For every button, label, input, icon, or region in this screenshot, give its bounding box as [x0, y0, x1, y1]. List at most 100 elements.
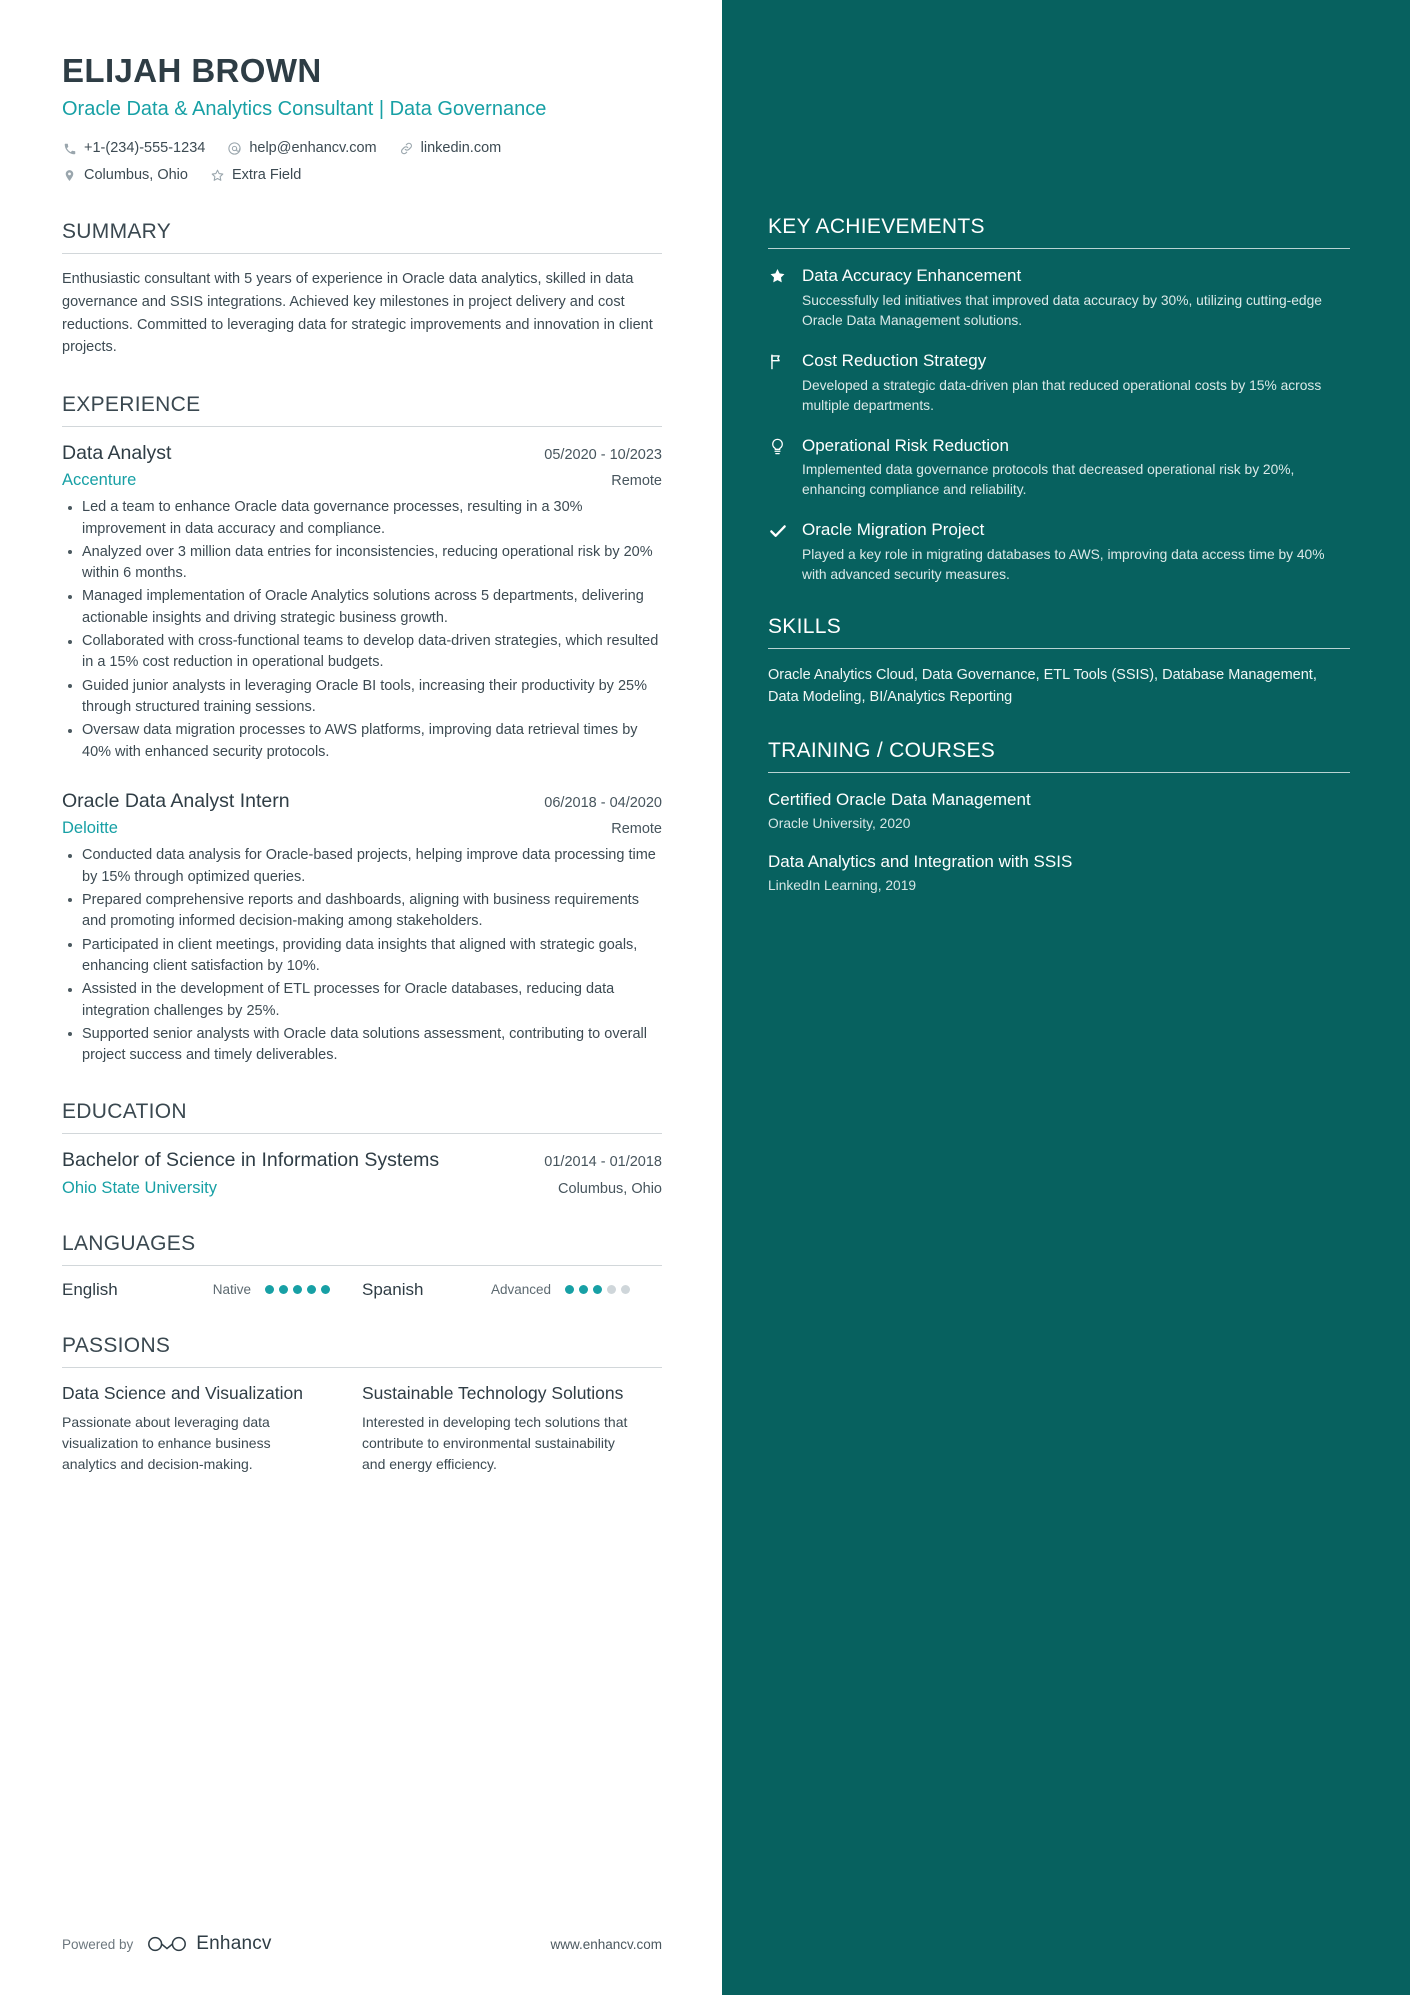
job-bullet: Managed implementation of Oracle Analyti…	[62, 586, 662, 629]
page-title: ELIJAH BROWN	[62, 52, 322, 89]
job-bullet: Collaborated with cross-functional teams…	[62, 631, 662, 674]
phone-icon	[62, 141, 77, 156]
passions-heading: PASSIONS	[62, 1333, 171, 1357]
job-company: Deloitte	[62, 819, 118, 838]
course-meta: LinkedIn Learning, 2019	[768, 878, 917, 893]
experience-item: Data Analyst 05/2020 - 10/2023 Accenture…	[62, 441, 662, 763]
experience-header: Oracle Data Analyst Intern 06/2018 - 04/…	[62, 789, 662, 814]
section-skills: SKILLS Oracle Analytics Cloud, Data Gove…	[768, 615, 1350, 709]
rating-dot	[579, 1285, 588, 1295]
achievement-description: Played a key role in migrating databases…	[802, 547, 1325, 582]
education-item: Bachelor of Science in Information Syste…	[62, 1148, 662, 1197]
course-item: Certified Oracle Data Management Oracle …	[768, 789, 1350, 833]
education-divider	[62, 1133, 662, 1135]
achievement-description: Successfully led initiatives that improv…	[802, 292, 1322, 328]
rating-dot	[321, 1285, 330, 1295]
contact-phone-text: +1-(234)-555-1234	[84, 139, 206, 156]
language-name: Spanish	[362, 1279, 424, 1299]
achievement-item: Cost Reduction Strategy Developed a stra…	[768, 350, 1350, 416]
job-bullet: Participated in client meetings, providi…	[62, 935, 662, 978]
job-title: Oracle Data Analyst Intern	[62, 789, 290, 812]
section-training-courses: TRAINING / COURSES Certified Oracle Data…	[768, 739, 1350, 896]
education-school: Ohio State University	[62, 1178, 217, 1197]
check-icon	[768, 519, 788, 585]
language-item: Spanish Advanced	[362, 1280, 662, 1300]
achievement-description: Developed a strategic data-driven plan t…	[802, 377, 1322, 413]
course-title: Data Analytics and Integration with SSIS	[768, 851, 1073, 871]
contact-linkedin-text: linkedin.com	[420, 139, 502, 156]
infinity-logo-icon	[148, 1936, 187, 1952]
section-languages: LANGUAGES English Native Spanish Advance…	[62, 1232, 662, 1300]
languages-divider	[62, 1264, 662, 1266]
contact-extra-field-text: Extra Field	[231, 166, 302, 183]
experience-header: Data Analyst 05/2020 - 10/2023	[62, 441, 662, 466]
language-item: English Native	[62, 1280, 362, 1300]
achievement-body: Data Accuracy Enhancement Successfully l…	[802, 265, 1350, 331]
education-degree: Bachelor of Science in Information Syste…	[62, 1149, 440, 1172]
passion-description: Passionate about leveraging data visuali…	[62, 1413, 271, 1472]
page-footer: Powered by Enhancv www.enhancv.com	[62, 1933, 662, 1955]
rating-dot	[607, 1285, 616, 1295]
summary-text: Enthusiastic consultant with 5 years of …	[62, 271, 653, 356]
achievement-title: Data Accuracy Enhancement	[802, 266, 1022, 285]
course-item: Data Analytics and Integration with SSIS…	[768, 851, 1350, 895]
rating-dot	[593, 1285, 602, 1295]
skills-divider	[768, 648, 1350, 649]
achievement-title: Cost Reduction Strategy	[802, 350, 987, 370]
job-bullet: Supported senior analysts with Oracle da…	[62, 1024, 662, 1067]
section-education: EDUCATION Bachelor of Science in Informa…	[62, 1100, 662, 1197]
powered-by-label: Powered by	[62, 1936, 134, 1952]
achievement-item: Oracle Migration Project Played a key ro…	[768, 519, 1350, 585]
footer-url: www.enhancv.com	[550, 1936, 662, 1952]
education-location: Columbus, Ohio	[558, 1180, 662, 1197]
key-achievements-heading: KEY ACHIEVEMENTS	[768, 215, 985, 238]
achievement-body: Cost Reduction Strategy Developed a stra…	[802, 350, 1350, 416]
job-bullet: Analyzed over 3 million data entries for…	[62, 542, 662, 585]
section-passions: PASSIONS Data Science and Visualization …	[62, 1334, 662, 1475]
course-title: Certified Oracle Data Management	[768, 789, 1031, 809]
languages-heading: LANGUAGES	[62, 1231, 196, 1255]
skills-heading: SKILLS	[768, 615, 842, 638]
job-dates: 06/2018 - 04/2020	[544, 794, 662, 811]
language-name: English	[62, 1279, 118, 1299]
job-bullet: Oversaw data migration processes to AWS …	[62, 720, 662, 763]
language-level: Advanced	[490, 1282, 551, 1298]
enhancv-logo: Enhancv	[147, 1933, 271, 1955]
link-icon	[399, 141, 414, 156]
star-outline-icon	[210, 168, 225, 183]
job-location: Remote	[611, 473, 662, 490]
summary-heading: SUMMARY	[62, 220, 172, 244]
language-rating: Advanced	[491, 1282, 630, 1297]
skills-text: Oracle Analytics Cloud, Data Governance,…	[768, 667, 1317, 705]
contact-email[interactable]: help@enhancv.com	[227, 138, 377, 160]
powered-by-block: Powered by Enhancv	[62, 1933, 272, 1955]
language-dots	[265, 1285, 330, 1295]
contact-phone[interactable]: +1-(234)-555-1234	[62, 138, 205, 160]
education-heading: EDUCATION	[62, 1100, 187, 1124]
section-key-achievements: KEY ACHIEVEMENTS Data Accuracy Enhanceme…	[768, 215, 1350, 585]
contact-linkedin[interactable]: linkedin.com	[399, 138, 502, 160]
achievement-body: Oracle Migration Project Played a key ro…	[802, 519, 1350, 585]
job-company: Accenture	[62, 471, 137, 490]
section-summary: SUMMARY Enthusiastic consultant with 5 y…	[62, 220, 662, 358]
job-bullet: Led a team to enhance Oracle data govern…	[62, 497, 662, 540]
rating-dot	[621, 1285, 630, 1295]
language-rating: Native	[213, 1282, 330, 1297]
training-heading: TRAINING / COURSES	[768, 738, 996, 762]
job-bullet: Conducted data analysis for Oracle-based…	[62, 845, 662, 888]
rating-dot	[565, 1285, 574, 1295]
contact-location: Columbus, Ohio	[62, 165, 188, 187]
job-bullet: Prepared comprehensive reports and dashb…	[62, 890, 662, 933]
experience-item: Oracle Data Analyst Intern 06/2018 - 04/…	[62, 789, 662, 1066]
training-divider	[768, 771, 1350, 773]
contact-extra-field: Extra Field	[210, 165, 301, 187]
experience-subheader: Deloitte Remote	[62, 819, 662, 838]
job-bullet-list: Conducted data analysis for Oracle-based…	[62, 845, 662, 1066]
achievement-description: Implemented data governance protocols th…	[802, 462, 1295, 498]
contact-row-secondary: Columbus, Ohio Extra Field	[62, 165, 662, 187]
achievement-title: Operational Risk Reduction	[802, 435, 1009, 455]
education-dates: 01/2014 - 01/2018	[544, 1154, 662, 1171]
job-dates: 05/2020 - 10/2023	[544, 446, 662, 463]
passions-grid: Data Science and Visualization Passionat…	[62, 1382, 662, 1475]
rating-dot	[293, 1285, 302, 1295]
